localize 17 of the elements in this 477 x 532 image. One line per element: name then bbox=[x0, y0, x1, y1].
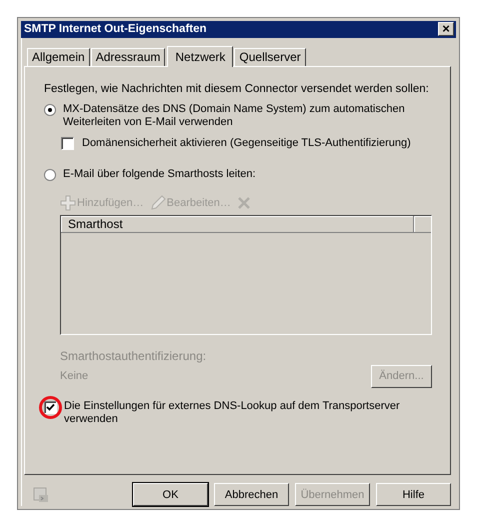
checkbox-label: Die Einstellungen für externes DNS-Lookup auf dem Transportserver verwenden bbox=[64, 400, 401, 426]
dialog-button[interactable]: Hilfe bbox=[376, 483, 451, 506]
close-button[interactable]: × bbox=[438, 22, 454, 36]
auth-label: Smarthostauthentifizierung: bbox=[60, 348, 208, 363]
tab[interactable]: Netzwerk bbox=[167, 46, 234, 67]
auth-value: Keine bbox=[60, 370, 88, 382]
tab[interactable]: Adressraum bbox=[90, 48, 166, 66]
radio-label: E-Mail über folgende Smarthosts leiten: bbox=[63, 168, 256, 181]
checkbox-label: Domänensicherheit aktivieren (Gegenseitige TLS-Authentifizierung) bbox=[82, 136, 411, 150]
tab[interactable]: Quellserver bbox=[234, 48, 306, 66]
column-header[interactable]: Smarthost bbox=[61, 216, 414, 233]
window-title: SMTP Internet Out-Eigenschaften bbox=[24, 23, 207, 36]
dialog-button[interactable]: Abbrechen bbox=[214, 483, 289, 506]
radio-label: MX-Datensätze des DNS (Domain Name System) zum automatischen Weiterleiten von E-Mail verwenden bbox=[63, 102, 406, 129]
dialog-button[interactable]: OK bbox=[133, 483, 208, 506]
intro-text: Festlegen, wie Nachrichten mit diesem Connector versendet werden sollen: bbox=[44, 82, 430, 95]
tab[interactable]: Allgemein bbox=[27, 48, 90, 66]
